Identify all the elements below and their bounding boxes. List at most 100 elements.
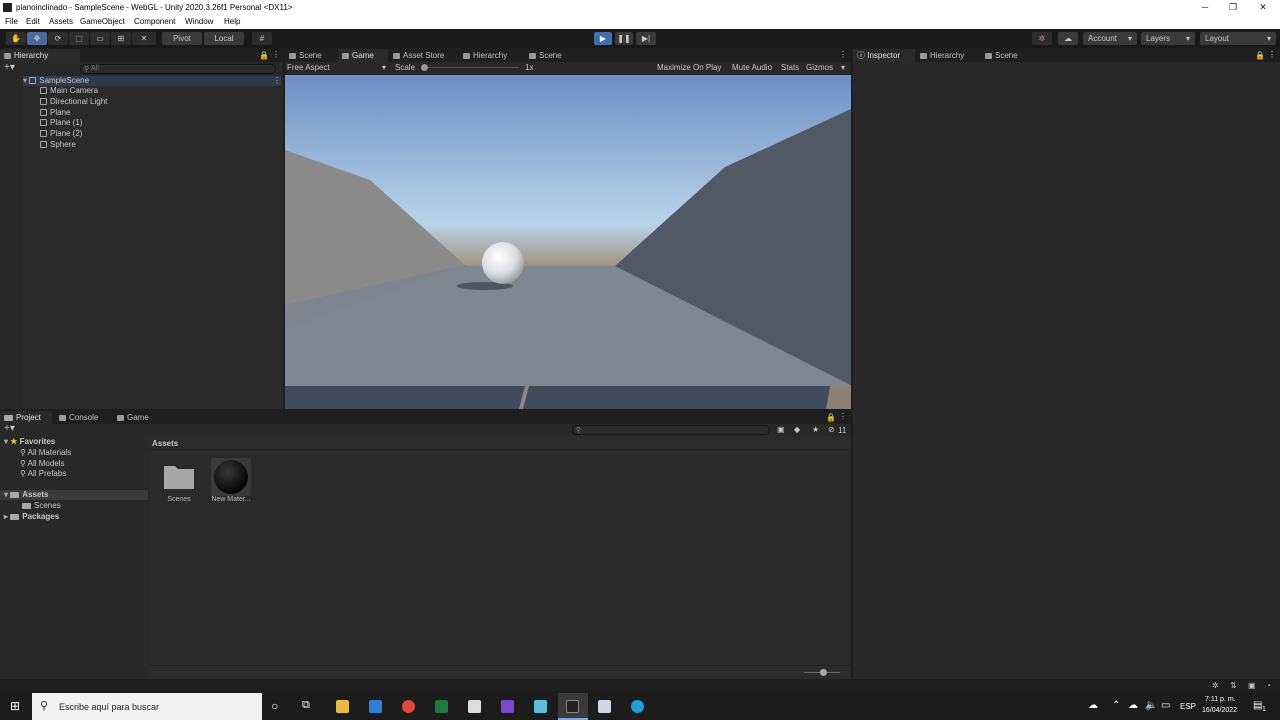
excel-icon[interactable] <box>435 700 448 713</box>
tab-game[interactable]: Game <box>338 49 388 62</box>
project-add-button[interactable]: +▾ <box>4 423 15 434</box>
assets-row[interactable]: ▾ Assets <box>0 490 148 500</box>
hierarchy-item[interactable]: Sphere <box>40 140 76 149</box>
hierarchy-item[interactable]: Plane (1) <box>40 118 82 127</box>
favorite-item[interactable]: ⚲ All Prefabs <box>20 469 66 478</box>
more-icon[interactable]: ⋮ <box>839 412 847 421</box>
favorite-item[interactable]: ⚲ All Models <box>20 459 65 468</box>
scale-tool-icon[interactable]: ⬚ <box>69 32 89 45</box>
asset-item[interactable]: Scenes <box>161 458 197 503</box>
more-icon[interactable]: ⋮ <box>273 76 281 85</box>
favorite-icon[interactable]: ★ <box>812 425 819 434</box>
lock-icon[interactable]: 🔒 <box>1255 51 1265 60</box>
collab-icon[interactable]: ✲ <box>1032 32 1052 45</box>
hierarchy-search-input[interactable]: ⚲ All <box>80 64 276 74</box>
mute-audio-toggle[interactable]: Mute Audio <box>732 63 772 72</box>
minimize-button[interactable]: ─ <box>1190 0 1220 15</box>
more-icon[interactable]: ⋮ <box>1268 50 1276 59</box>
scene-row[interactable]: ▾ SampleScene ⋮ <box>23 76 281 86</box>
clock-time[interactable]: 7:11 p. m. <box>1205 696 1236 703</box>
tab-asset-store[interactable]: Asset Store <box>389 49 467 62</box>
taskbar-search[interactable]: ⚲ Escribe aquí para buscar <box>32 693 262 720</box>
project-search-input[interactable]: ⚲ <box>572 425 770 435</box>
hierarchy-add-button[interactable]: +▾ <box>4 62 15 73</box>
menu-gameobject[interactable]: GameObject <box>80 17 125 26</box>
more-icon[interactable]: ⋮ <box>272 50 280 59</box>
hand-tool-icon[interactable]: ✋ <box>6 32 26 45</box>
network-icon[interactable]: ▭ <box>1161 700 1170 711</box>
move-tool-icon[interactable]: ✥ <box>27 32 47 45</box>
visual-studio-icon[interactable] <box>501 700 514 713</box>
menu-edit[interactable]: Edit <box>26 17 40 26</box>
cloud-icon[interactable]: ☁ <box>1058 32 1078 45</box>
notes-icon[interactable] <box>534 700 547 713</box>
clock-date[interactable]: 16/04/2022 <box>1202 707 1237 714</box>
account-dropdown[interactable]: Account ▾ <box>1083 32 1137 45</box>
rotate-tool-icon[interactable]: ⟳ <box>48 32 68 45</box>
scale-slider-handle[interactable] <box>421 64 428 71</box>
maximize-on-play-toggle[interactable]: Maximize On Play <box>657 63 721 72</box>
weather-icon[interactable]: ☁ <box>1088 700 1098 711</box>
menu-window[interactable]: Window <box>185 17 213 26</box>
store-icon[interactable] <box>369 700 382 713</box>
gizmos-dropdown[interactable]: Gizmos <box>806 63 833 72</box>
lock-icon[interactable]: 🔒 <box>826 413 836 422</box>
close-button[interactable]: ✕ <box>1248 0 1278 15</box>
hierarchy-item[interactable]: Directional Light <box>40 97 107 106</box>
step-button[interactable]: ▶| <box>636 32 656 45</box>
file-explorer-icon[interactable] <box>336 700 349 713</box>
grid-snap-icon[interactable]: # <box>252 32 272 45</box>
packages-row[interactable]: ▸ Packages <box>4 512 59 521</box>
scale-slider[interactable] <box>423 67 519 68</box>
custom-tool-icon[interactable]: ✕ <box>132 32 156 45</box>
onedrive-icon[interactable]: ☁ <box>1128 700 1138 711</box>
language-indicator[interactable]: ESP <box>1180 702 1196 711</box>
bug-icon[interactable]: ✲ <box>1212 681 1219 690</box>
play-button[interactable]: ▶ <box>594 32 612 45</box>
filter-type-icon[interactable]: ▣ <box>777 425 785 434</box>
pivot-toggle[interactable]: Pivot <box>162 32 202 45</box>
favorites-row[interactable]: ▾ ★ Favorites <box>4 437 55 446</box>
rect-tool-icon[interactable]: ▭ <box>90 32 110 45</box>
more-icon[interactable]: ⋮ <box>839 50 847 59</box>
chevron-up-icon[interactable]: ⌃ <box>1112 700 1120 711</box>
stats-toggle[interactable]: Stats <box>781 63 799 72</box>
layers-dropdown[interactable]: Layers ▾ <box>1141 32 1195 45</box>
hidden-count-icon[interactable]: ⊘ <box>828 425 835 434</box>
filter-label-icon[interactable]: ◆ <box>794 425 800 434</box>
aspect-dropdown[interactable]: Free Aspect ▾ <box>287 63 389 73</box>
hierarchy-item[interactable]: Main Camera <box>40 86 98 95</box>
progress-icon[interactable]: ◔ <box>1266 681 1271 690</box>
local-toggle[interactable]: Local <box>204 32 244 45</box>
hierarchy-item[interactable]: Plane (2) <box>40 129 82 138</box>
menu-assets[interactable]: Assets <box>49 17 73 26</box>
maximize-button[interactable]: ❐ <box>1218 0 1248 15</box>
game-viewport[interactable] <box>285 75 851 409</box>
tab-scene-3[interactable]: Scene <box>981 49 1037 62</box>
unity-hub-icon[interactable] <box>468 700 481 713</box>
menu-component[interactable]: Component <box>134 17 175 26</box>
layout-dropdown[interactable]: Layout ▾ <box>1200 32 1276 45</box>
network-icon[interactable]: ⇅ <box>1230 681 1237 690</box>
render-icon[interactable]: ▣ <box>1248 681 1256 690</box>
tab-hierarchy-2[interactable]: Hierarchy <box>459 49 531 62</box>
pause-button[interactable]: ❚❚ <box>615 32 633 45</box>
unity-taskbar-button[interactable] <box>558 693 588 720</box>
lock-icon[interactable]: 🔒 <box>259 51 269 60</box>
assets-child-item[interactable]: Scenes <box>22 501 61 510</box>
task-view-icon[interactable]: ⧉ <box>302 699 310 712</box>
tab-scene-2[interactable]: Scene <box>525 49 585 62</box>
hierarchy-item[interactable]: Plane <box>40 108 70 117</box>
tab-hierarchy-3[interactable]: Hierarchy <box>916 49 980 62</box>
menu-help[interactable]: Help <box>224 17 240 26</box>
favorite-item[interactable]: ⚲ All Materials <box>20 448 71 457</box>
tab-game-2[interactable]: Game <box>113 411 161 424</box>
tab-scene[interactable]: Scene <box>285 49 337 62</box>
tab-inspector[interactable]: ⓘ Inspector <box>853 49 915 62</box>
chrome-icon[interactable] <box>402 700 415 713</box>
asset-item[interactable]: New Mater... <box>209 458 253 503</box>
start-button[interactable]: ⊞ <box>0 693 32 720</box>
icon-size-slider-handle[interactable] <box>820 669 827 676</box>
menu-file[interactable]: File <box>5 17 18 26</box>
tab-hierarchy[interactable]: Hierarchy <box>0 49 80 62</box>
